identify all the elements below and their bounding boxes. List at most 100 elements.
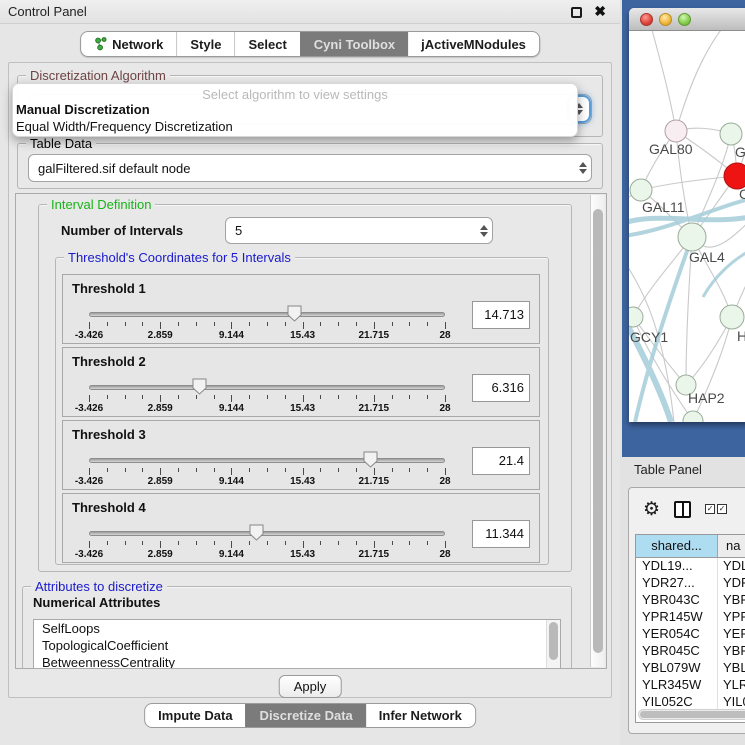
tab-network[interactable]: Network [81,32,176,56]
table-row[interactable]: YPR145WYPR1 [636,609,745,626]
zoom-traffic-light[interactable] [678,13,691,26]
slider-thumb[interactable] [192,378,207,395]
cell-shared-name[interactable]: YBL079W [636,660,718,677]
cell-name[interactable]: YDL1 [718,558,745,575]
tick-mark [89,541,90,548]
network-node[interactable] [665,120,687,142]
select-columns-icon[interactable]: ✓ ✓ [705,504,727,514]
tick-mark [125,541,126,545]
close-traffic-light[interactable] [640,13,653,26]
attributes-scrollbar[interactable] [546,620,560,669]
attribute-list-item[interactable]: TopologicalCoefficient [34,637,560,654]
table-row[interactable]: YBR043CYBR0 [636,592,745,609]
cell-shared-name[interactable]: YDR27... [636,575,718,592]
column-header-shared-name[interactable]: shared... [636,535,718,557]
network-node[interactable] [683,411,703,422]
table-row[interactable]: YDR27...YDR2 [636,575,745,592]
threshold-value-field[interactable]: 14.713 [472,301,530,329]
cell-name[interactable]: YDR2 [718,575,745,592]
network-node[interactable] [678,223,706,251]
tick-mark [267,468,268,472]
tick-label: 21.715 [359,549,390,560]
dropdown-option-manual[interactable]: Manual Discretization [13,101,577,118]
cell-name[interactable]: YBL0 [718,660,745,677]
tab-style[interactable]: Style [176,32,234,56]
tab-impute-data[interactable]: Impute Data [145,704,245,727]
cell-shared-name[interactable]: YBR043C [636,592,718,609]
cell-name[interactable]: YBR0 [718,643,745,660]
stepper-arrows-icon[interactable] [476,225,492,237]
network-node[interactable] [720,123,742,145]
network-node[interactable] [629,307,643,327]
cell-shared-name[interactable]: YPR145W [636,609,718,626]
cell-shared-name[interactable]: YLR345W [636,677,718,694]
scrollbar-thumb[interactable] [549,622,558,660]
settings-vertical-scrollbar[interactable] [590,195,605,667]
table-row[interactable]: YLR345WYLR3 [636,677,745,694]
tick-mark [285,468,286,472]
tab-select[interactable]: Select [234,32,299,56]
gear-icon[interactable]: ⚙ [643,500,660,519]
network-node[interactable] [630,179,652,201]
slider-track[interactable] [89,312,445,317]
table-horizontal-scrollbar[interactable] [638,709,745,720]
slider-track[interactable] [89,531,445,536]
threshold-value-field[interactable]: 21.4 [472,447,530,475]
tab-label: Impute Data [158,708,232,723]
threshold-value-field[interactable]: 11.344 [472,520,530,548]
cell-name[interactable]: YLR3 [718,677,745,694]
threshold-label: Threshold 3 [72,427,146,442]
tick-mark [249,541,250,545]
dropdown-placeholder[interactable]: Select algorithm to view settings [13,84,577,101]
threshold-value-field[interactable]: 6.316 [472,374,530,402]
cell-shared-name[interactable]: YBR045C [636,643,718,660]
stepper-arrows-icon[interactable] [575,162,591,174]
cell-shared-name[interactable]: YDL19... [636,558,718,575]
tick-mark [178,468,179,472]
tab-discretize-data[interactable]: Discretize Data [246,704,366,727]
tick-mark [320,541,321,545]
tick-mark [427,322,428,326]
table-row[interactable]: YDL19...YDL1 [636,558,745,575]
slider-thumb[interactable] [363,451,378,468]
control-panel: Control Panel ✖ Network Style Select Cyn… [0,0,620,745]
threshold-panel-4: Threshold 4-3.4262.8599.14415.4321.71528… [62,493,540,563]
table-row[interactable]: YBL079WYBL0 [636,660,745,677]
right-workspace: GAL80GACGAL11GAL4GCY1HHAP2 Table Panel ⚙… [620,0,745,745]
cell-name[interactable]: YBR0 [718,592,745,609]
num-intervals-combobox[interactable]: 5 [225,217,493,244]
close-icon[interactable]: ✖ [594,3,606,20]
tab-jactivemnodules[interactable]: jActiveMNodules [408,32,539,56]
tick-mark [320,395,321,399]
apply-button[interactable]: Apply [279,675,342,698]
dropdown-option-equal-width[interactable]: Equal Width/Frequency Discretization [13,118,577,135]
tab-label: Style [190,37,221,52]
attribute-list-item[interactable]: BetweennessCentrality [34,654,560,669]
network-canvas[interactable]: GAL80GACGAL11GAL4GCY1HHAP2 [629,31,745,422]
tick-mark [142,395,143,399]
column-header-name[interactable]: na [718,535,745,557]
slider-track[interactable] [89,385,445,390]
tab-infer-network[interactable]: Infer Network [366,704,475,727]
cell-shared-name[interactable]: YER054C [636,626,718,643]
cell-name[interactable]: YPR1 [718,609,745,626]
slider-track[interactable] [89,458,445,463]
table-data-combobox[interactable]: galFiltered.sif default node [28,154,592,182]
split-columns-icon[interactable] [674,501,691,518]
scrollbar-thumb[interactable] [593,209,603,653]
cell-name[interactable]: YER0 [718,626,745,643]
table-row[interactable]: YER054CYER0 [636,626,745,643]
numerical-attributes-list[interactable]: SelfLoopsTopologicalCoefficientBetweenne… [33,619,561,669]
tab-cyni-toolbox[interactable]: Cyni Toolbox [300,32,408,56]
minimize-traffic-light[interactable] [659,13,672,26]
group-title: Discretization Algorithm [26,68,170,83]
scrollbar-thumb[interactable] [640,711,745,718]
table-row[interactable]: YBR045CYBR0 [636,643,745,660]
network-node[interactable] [720,305,744,329]
tick-mark [160,541,161,548]
slider-thumb[interactable] [287,305,302,322]
attribute-list-item[interactable]: SelfLoops [34,620,560,637]
slider-thumb[interactable] [249,524,264,541]
numerical-attributes-label: Numerical Attributes [33,595,160,610]
float-window-icon[interactable] [571,7,582,18]
